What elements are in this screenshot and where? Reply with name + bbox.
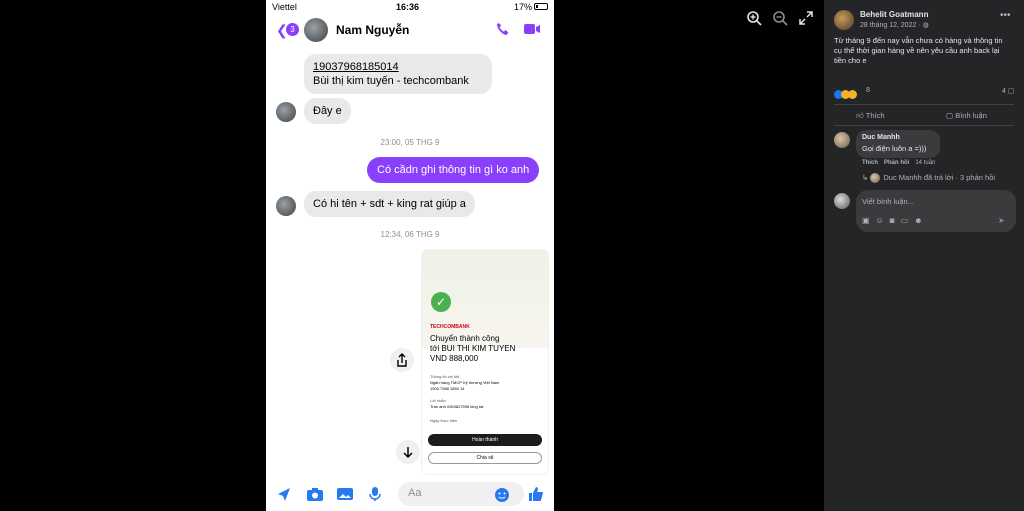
comment-icon: ▢: [1007, 88, 1015, 95]
message-text: Đây e: [313, 105, 342, 117]
carrier-label: Viettel: [272, 2, 297, 12]
avatar: [870, 173, 881, 184]
composer-bar: Aa: [266, 476, 554, 511]
battery-icon: [534, 3, 548, 10]
reactions[interactable]: [834, 86, 857, 104]
photo-viewer: Viettel 16:36 17% ❮ 3 Nam Nguyễn 1903796…: [0, 0, 824, 511]
reply-arrow-icon: ↳: [862, 173, 869, 182]
share-icon[interactable]: [390, 348, 414, 372]
globe-icon: ◍: [922, 22, 929, 29]
emoji-icon[interactable]: ☺: [876, 216, 890, 225]
avatar: [276, 102, 296, 122]
camera-icon[interactable]: [306, 486, 324, 507]
comment-placeholder: Viết bình luận...: [862, 197, 914, 206]
photo-icon[interactable]: [336, 486, 354, 507]
comment-age: 14 tuần: [915, 160, 936, 166]
message-text: Bùi thị kim tuyến - techcombank: [313, 75, 469, 87]
bank-logo: TECHCOMBANK: [430, 324, 470, 330]
video-call-icon[interactable]: [523, 22, 541, 41]
message-incoming[interactable]: Đây e: [304, 98, 351, 124]
status-bar: Viettel 16:36 17%: [266, 0, 554, 14]
wow-reaction-icon: [848, 90, 857, 99]
send-icon[interactable]: ➤: [998, 216, 1005, 225]
avatar[interactable]: [834, 132, 850, 148]
post-date[interactable]: 28 tháng 12, 2022 · ◍: [860, 21, 929, 29]
avatar: [834, 193, 850, 209]
message-text: Có hi tên + sdt + king rat giúp a: [313, 198, 466, 210]
timestamp: 12:34, 06 THG 9: [380, 230, 440, 239]
gif-icon[interactable]: ▭: [901, 216, 915, 225]
comment-meta: Thích Phản hồi 14 tuần: [862, 160, 935, 166]
done-button: Hoàn thành: [428, 434, 542, 446]
clock: 16:36: [396, 2, 420, 12]
timestamp: 23:00, 05 THG 9: [380, 138, 440, 147]
expand-icon[interactable]: [798, 10, 818, 30]
message-list: 19037968185014 Bùi thị kim tuyến - techc…: [266, 46, 554, 476]
avatar: [276, 196, 296, 216]
comment-reply-link[interactable]: Phản hồi: [884, 160, 909, 166]
zoom-in-icon[interactable]: [746, 10, 766, 30]
thumbs-up-icon: 👍︎: [856, 111, 864, 120]
avatar[interactable]: [834, 10, 854, 30]
comment-icon: ▢: [946, 111, 954, 120]
view-replies[interactable]: ↳ Duc Manhh đã trả lời · 3 phản hồi: [862, 173, 995, 184]
comment-count[interactable]: 4 ▢: [1002, 87, 1014, 95]
commenter-name[interactable]: Duc Manhh: [862, 134, 900, 141]
contact-name[interactable]: Nam Nguyễn: [336, 23, 409, 37]
transfer-summary: Chuyển thành công tới BUI THI KIM TUYEN …: [430, 334, 516, 363]
avatar[interactable]: [304, 18, 328, 42]
battery-percent: 17%: [513, 2, 532, 12]
comment-text: Gọi điện luôn a =))): [862, 144, 927, 153]
message-outgoing[interactable]: Có cầdn ghi thông tin gì ko anh: [367, 157, 540, 183]
unread-badge: 3: [286, 23, 299, 36]
comment-like-link[interactable]: Thích: [862, 160, 878, 166]
phone-screenshot: Viettel 16:36 17% ❮ 3 Nam Nguyễn 1903796…: [266, 0, 554, 511]
send-location-icon[interactable]: [276, 486, 292, 507]
comment-tools: ▣☺◙▭☻: [862, 216, 929, 225]
message-text: Có cầdn ghi thông tin gì ko anh: [377, 164, 530, 176]
microphone-icon[interactable]: [368, 486, 382, 507]
scroll-down-icon[interactable]: [396, 440, 420, 464]
chat-header: ❮ 3 Nam Nguyễn: [266, 14, 554, 46]
reaction-count[interactable]: 8: [866, 87, 870, 94]
account-number: 19037968185014: [313, 61, 399, 73]
comment-button[interactable]: ▢ Bình luận: [946, 111, 987, 120]
message-incoming[interactable]: 19037968185014 Bùi thị kim tuyến - techc…: [304, 54, 492, 94]
post-actions: 👍︎ Thích ▢ Bình luận: [834, 104, 1014, 126]
author-name[interactable]: Behelit Goatmann: [860, 10, 928, 19]
share-button: Chia sẻ: [428, 452, 542, 464]
success-check-icon: ✓: [431, 292, 451, 312]
zoom-out-icon[interactable]: [772, 10, 792, 30]
phone-call-icon[interactable]: [496, 22, 510, 41]
more-options-icon[interactable]: •••: [1000, 10, 1011, 21]
post-panel: Behelit Goatmann 28 tháng 12, 2022 · ◍ •…: [824, 0, 1024, 511]
receipt-image[interactable]: ✓ TECHCOMBANK Chuyển thành công tới BUI …: [422, 250, 548, 474]
like-button[interactable]: 👍︎ Thích: [856, 111, 885, 121]
post-text: Từ tháng 9 đến nay vẫn chưa có hàng và t…: [834, 36, 1003, 65]
sticker-icon[interactable]: ▣: [862, 216, 876, 225]
camera-icon[interactable]: ◙: [890, 216, 901, 225]
message-incoming[interactable]: Có hi tên + sdt + king rat giúp a: [304, 191, 475, 217]
emoji-icon[interactable]: [494, 487, 510, 508]
sticker-face-icon[interactable]: ☻: [914, 216, 928, 225]
thumbs-up-icon[interactable]: [528, 486, 544, 507]
